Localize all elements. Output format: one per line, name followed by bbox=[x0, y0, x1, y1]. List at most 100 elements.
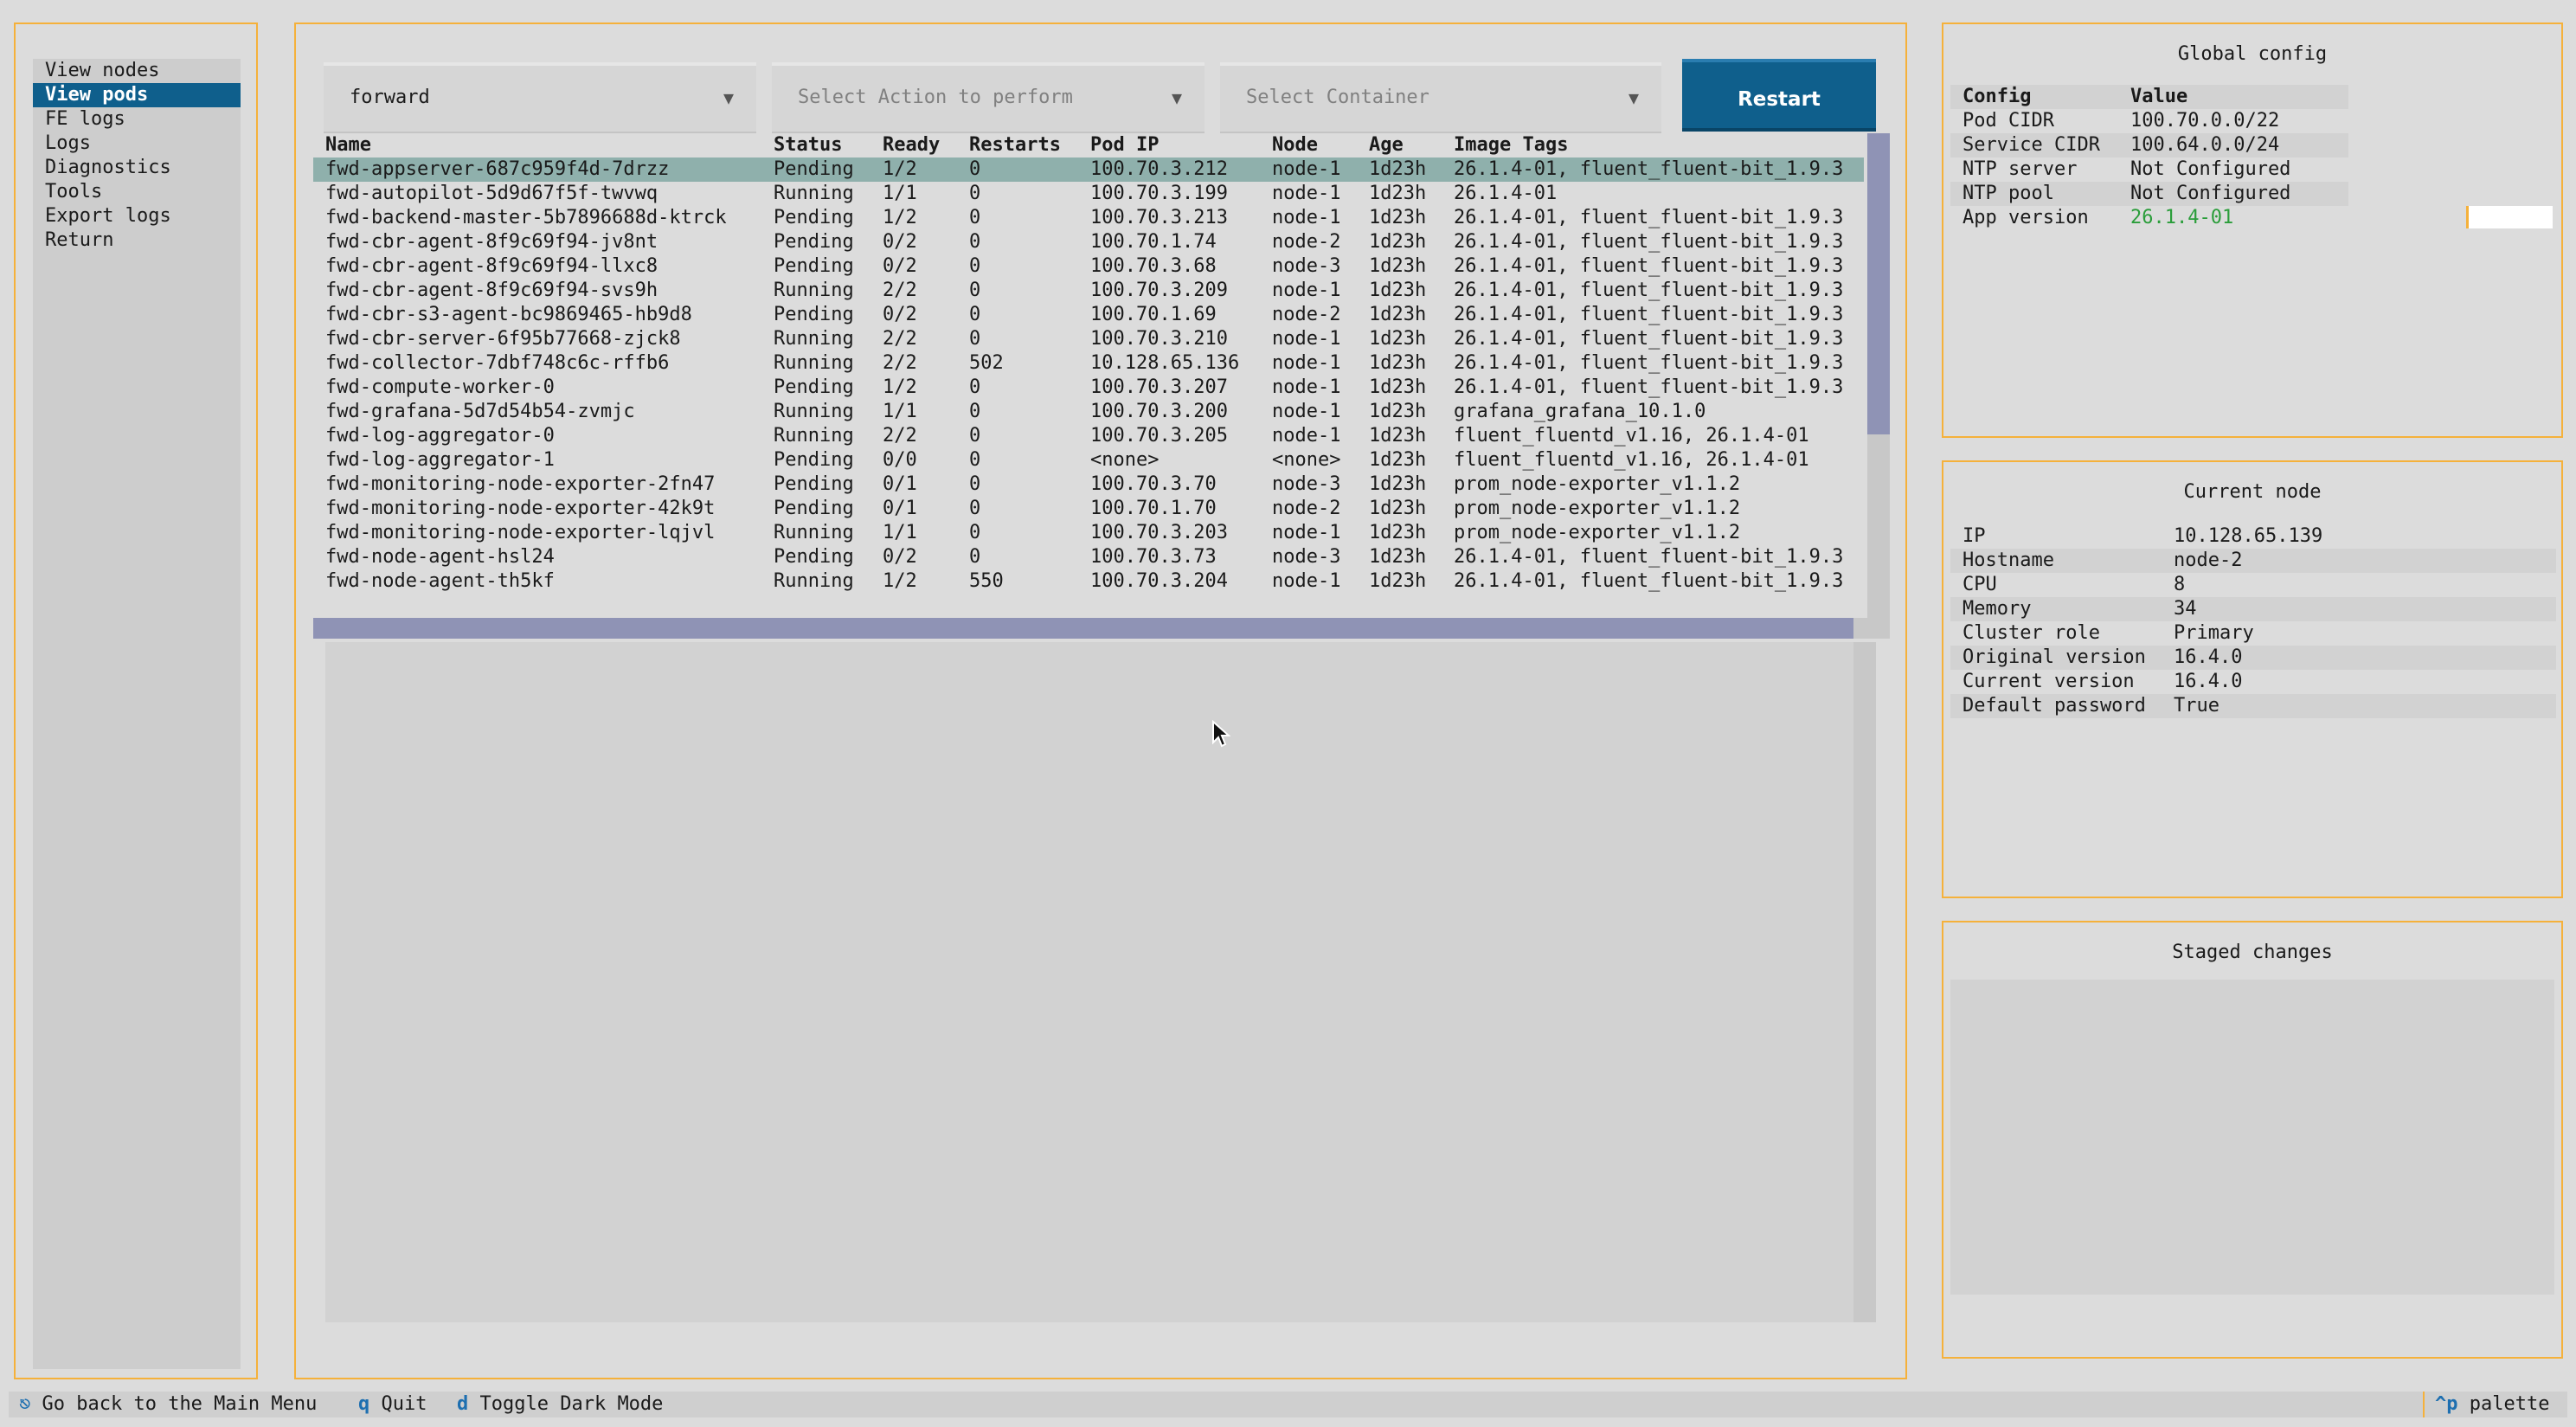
table-cell: 0 bbox=[969, 522, 981, 543]
table-cell: 0/2 bbox=[883, 231, 917, 253]
column-header: Image Tags bbox=[1454, 134, 1569, 156]
sidebar-item-return[interactable]: Return bbox=[33, 228, 241, 253]
table-cell: fwd-cbr-agent-8f9c69f94-jv8nt bbox=[325, 231, 658, 253]
table-cell: 0 bbox=[969, 231, 981, 253]
sidebar-item-export-logs[interactable]: Export logs bbox=[33, 204, 241, 228]
table-row[interactable]: fwd-log-aggregator-1 Pending 0/0 0 <none> <no… bbox=[313, 448, 1864, 472]
table-cell: node-1 bbox=[1272, 352, 1341, 374]
table-row[interactable]: fwd-monitoring-node-exporter-lqjvl Runnin… bbox=[313, 521, 1864, 545]
table-row[interactable]: fwd-cbr-server-6f95b77668-zjck8 Running 2/… bbox=[313, 327, 1864, 351]
table-cell: Running bbox=[774, 425, 854, 447]
table-cell: 100.70.3.207 bbox=[1090, 376, 1228, 398]
table-cell: 0/2 bbox=[883, 546, 917, 568]
table-cell: fwd-node-agent-th5kf bbox=[325, 570, 555, 592]
table-row[interactable]: fwd-compute-worker-0 Pending 1/2 0 100.70.3.… bbox=[313, 376, 1864, 400]
node-info-key: Cluster role bbox=[1963, 622, 2100, 644]
table-cell: fwd-compute-worker-0 bbox=[325, 376, 555, 398]
palette-binding[interactable]: ^p palette bbox=[2423, 1392, 2549, 1417]
table-cell: fwd-node-agent-hsl24 bbox=[325, 546, 555, 568]
container-select[interactable]: Select Container ▼ bbox=[1220, 62, 1661, 135]
sidebar-item-view-nodes[interactable]: View nodes bbox=[33, 59, 241, 83]
dark-mode-label: Toggle Dark Mode bbox=[479, 1393, 664, 1415]
sidebar-item-view-pods[interactable]: View pods bbox=[33, 83, 241, 107]
table-row[interactable]: fwd-appserver-687c959f4d-7drzz Pending 1/2… bbox=[313, 157, 1864, 182]
table-cell: 0 bbox=[969, 498, 981, 519]
restart-button[interactable]: Restart bbox=[1682, 59, 1876, 132]
table-cell: Pending bbox=[774, 376, 854, 398]
sidebar-item-tools[interactable]: Tools bbox=[33, 180, 241, 204]
log-scrollbar[interactable] bbox=[1853, 642, 1876, 1322]
global-config-row[interactable]: NTP server Not Configured bbox=[1950, 157, 2348, 182]
sidebar-panel: View nodes View pods FE logs Logs Diagnostic… bbox=[14, 22, 258, 1379]
column-header: Name bbox=[325, 134, 371, 156]
table-cell: 100.70.3.212 bbox=[1090, 158, 1228, 180]
table-row[interactable]: fwd-collector-7dbf748c6c-rffb6 Running 2/2… bbox=[313, 351, 1864, 376]
table-cell: 2/2 bbox=[883, 352, 917, 374]
table-row[interactable]: fwd-monitoring-node-exporter-42k9t Pendin… bbox=[313, 497, 1864, 521]
vertical-scrollbar[interactable] bbox=[1867, 133, 1890, 621]
column-header: Ready bbox=[883, 134, 941, 156]
global-config-row[interactable]: Pod CIDR 100.70.0.0/22 bbox=[1950, 109, 2348, 133]
table-row[interactable]: fwd-backend-master-5b7896688d-ktrck Pendi… bbox=[313, 206, 1864, 230]
table-cell: Pending bbox=[774, 231, 854, 253]
config-value: 100.70.0.0/22 bbox=[2130, 110, 2280, 132]
global-config-row[interactable]: App version 26.1.4-01 bbox=[1950, 206, 2348, 230]
chevron-down-icon: ▼ bbox=[1628, 87, 1639, 108]
table-cell: 1/2 bbox=[883, 570, 917, 592]
table-row[interactable]: fwd-log-aggregator-0 Running 2/2 0 100.70.3.… bbox=[313, 424, 1864, 448]
column-header: Age bbox=[1369, 134, 1404, 156]
table-cell: 26.1.4-01, fluent_fluent-bit_1.9.3 bbox=[1454, 328, 1844, 350]
table-cell: node-3 bbox=[1272, 255, 1341, 277]
dark-mode-binding[interactable]: d Toggle Dark Mode bbox=[457, 1392, 663, 1417]
node-info-key: CPU bbox=[1963, 574, 1997, 595]
table-row[interactable]: fwd-node-agent-hsl24 Pending 0/2 0 100.70.3.… bbox=[313, 545, 1864, 569]
node-info-row: CPU 8 bbox=[1950, 573, 2556, 597]
table-row[interactable]: fwd-cbr-s3-agent-bc9869465-hb9d8 Pending 0… bbox=[313, 303, 1864, 327]
pods-table: Name Status Ready Restarts Pod IP Node Age Imag… bbox=[313, 133, 1890, 642]
table-row[interactable]: fwd-autopilot-5d9d67f5f-twvwq Running 1/1 0… bbox=[313, 182, 1864, 206]
edit-cell-input[interactable] bbox=[2466, 206, 2553, 228]
table-cell: fwd-cbr-agent-8f9c69f94-llxc8 bbox=[325, 255, 658, 277]
sidebar-item-logs[interactable]: Logs bbox=[33, 132, 241, 156]
table-row[interactable]: fwd-node-agent-th5kf Running 1/2 550 100.70.… bbox=[313, 569, 1864, 594]
node-info-key: Current version bbox=[1963, 671, 2135, 692]
table-cell: 1/2 bbox=[883, 158, 917, 180]
table-cell: node-1 bbox=[1272, 401, 1341, 422]
table-row[interactable]: fwd-cbr-agent-8f9c69f94-svs9h Running 2/2 0… bbox=[313, 279, 1864, 303]
table-cell: 1d23h bbox=[1369, 449, 1427, 471]
staged-changes-list[interactable] bbox=[1950, 980, 2554, 1295]
table-cell: 2/2 bbox=[883, 280, 917, 301]
table-cell: 100.70.3.203 bbox=[1090, 522, 1228, 543]
table-cell: 10.128.65.136 bbox=[1090, 352, 1240, 374]
table-cell: Running bbox=[774, 280, 854, 301]
table-cell: 26.1.4-01, fluent_fluent-bit_1.9.3 bbox=[1454, 570, 1844, 592]
table-cell: node-1 bbox=[1272, 158, 1341, 180]
main-menu-binding[interactable]: ⎋ Go back to the Main Menu bbox=[19, 1392, 317, 1417]
table-cell: Pending bbox=[774, 207, 854, 228]
sidebar-item-fe-logs[interactable]: FE logs bbox=[33, 107, 241, 132]
table-cell: 1d23h bbox=[1369, 401, 1427, 422]
table-cell: 26.1.4-01, fluent_fluent-bit_1.9.3 bbox=[1454, 158, 1844, 180]
quit-binding[interactable]: q Quit bbox=[358, 1392, 427, 1417]
table-row[interactable]: fwd-cbr-agent-8f9c69f94-jv8nt Pending 0/2 0… bbox=[313, 230, 1864, 254]
table-row[interactable]: fwd-cbr-agent-8f9c69f94-llxc8 Pending 0/2 0… bbox=[313, 254, 1864, 279]
pod-log-output[interactable] bbox=[325, 642, 1876, 1322]
table-cell: Running bbox=[774, 183, 854, 204]
global-config-row[interactable]: Service CIDR 100.64.0.0/24 bbox=[1950, 133, 2348, 157]
global-config-row[interactable]: NTP pool Not Configured bbox=[1950, 182, 2348, 206]
table-row[interactable]: fwd-grafana-5d7d54b54-zvmjc Running 1/1 0 10… bbox=[313, 400, 1864, 424]
sidebar-item-diagnostics[interactable]: Diagnostics bbox=[33, 156, 241, 180]
table-cell: 0 bbox=[969, 304, 981, 325]
node-info-value: 16.4.0 bbox=[2174, 646, 2243, 668]
action-select[interactable]: Select Action to perform ▼ bbox=[772, 62, 1204, 135]
table-cell: 1d23h bbox=[1369, 255, 1427, 277]
table-row[interactable]: fwd-monitoring-node-exporter-2fn47 Pendin… bbox=[313, 472, 1864, 497]
table-cell: 0 bbox=[969, 158, 981, 180]
table-cell: prom_node-exporter_v1.1.2 bbox=[1454, 473, 1741, 495]
vertical-scrollbar-thumb[interactable] bbox=[1867, 133, 1890, 434]
table-cell: 100.70.3.213 bbox=[1090, 207, 1228, 228]
table-cell: node-1 bbox=[1272, 328, 1341, 350]
horizontal-scrollbar-thumb[interactable] bbox=[313, 618, 1853, 639]
table-cell: 0 bbox=[969, 401, 981, 422]
namespace-select[interactable]: forward ▼ bbox=[324, 62, 756, 135]
